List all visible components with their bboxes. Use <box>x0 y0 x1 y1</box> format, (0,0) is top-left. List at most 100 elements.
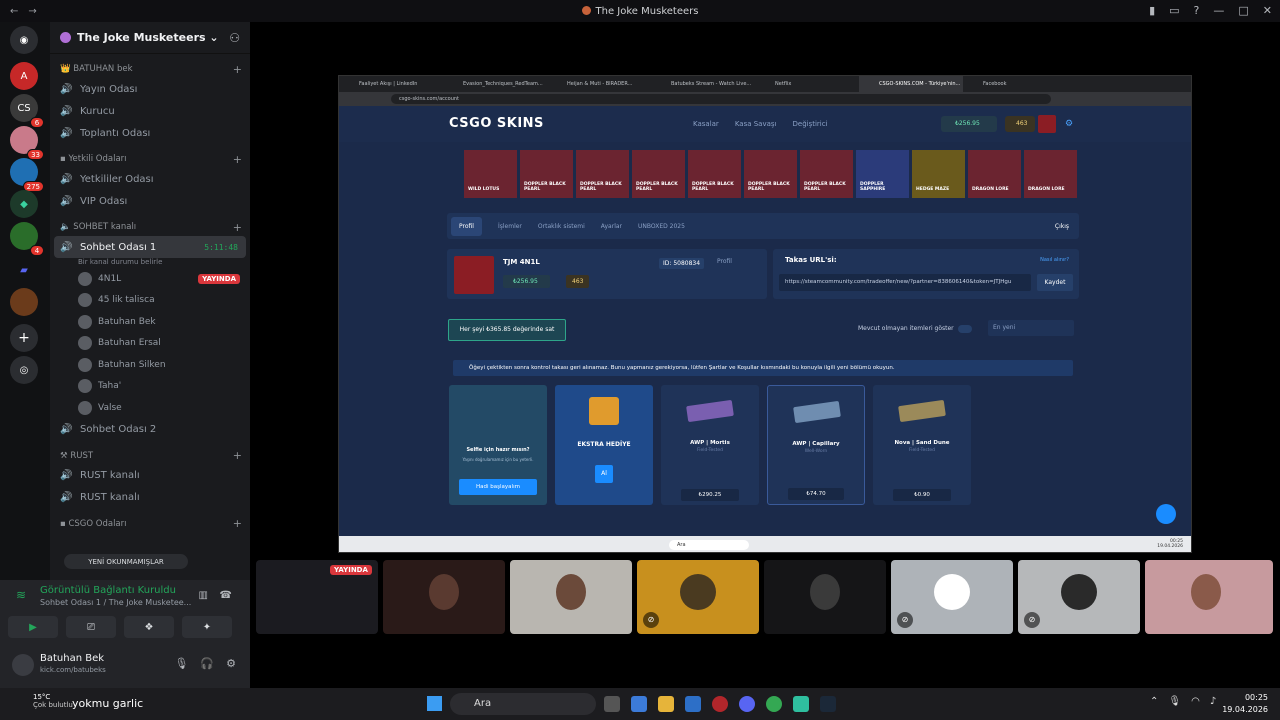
voice-user[interactable]: Batuhan Ersal <box>50 333 250 355</box>
close-icon[interactable]: ✕ <box>1263 4 1272 17</box>
inventory-item[interactable]: AWP | Mortis Field-Tested ₺290.25 <box>661 385 759 505</box>
discord-icon[interactable] <box>739 696 755 712</box>
weather-widget[interactable]: 15°C Çok bulutlu <box>33 693 73 709</box>
plus-icon[interactable]: + <box>233 221 242 234</box>
tab-settings[interactable]: Ayarlar <box>601 223 622 230</box>
category-header[interactable]: 👑 BATUHAN bek + <box>50 60 250 78</box>
browser-tab-active[interactable]: CSGO-SKINS.COM - Türkiye'nin... <box>859 76 963 92</box>
drop-card[interactable]: DOPPLER BLACK PEARL <box>800 150 853 198</box>
microphone-icon[interactable]: 🎙 <box>174 657 188 670</box>
plus-icon[interactable]: + <box>233 153 242 166</box>
server-icon[interactable]: 275 <box>10 158 44 192</box>
microphone-icon[interactable]: 🎙 <box>1168 696 1181 707</box>
tab-profile[interactable]: Profil <box>451 216 482 236</box>
sell-all-button[interactable]: Her şeyi ₺365.85 değerinde sat <box>448 319 566 341</box>
app-icon[interactable] <box>712 696 728 712</box>
disconnect-icon[interactable]: ☎ <box>220 590 232 601</box>
gem-icon[interactable]: ◆ <box>10 190 38 218</box>
add-server-icon[interactable]: + <box>10 324 38 352</box>
volume-icon[interactable]: ♪ <box>1210 696 1216 707</box>
trade-url-input[interactable]: https://steamcommunity.com/tradeoffer/ne… <box>779 274 1031 291</box>
nav-link[interactable]: Değiştirici <box>793 120 828 128</box>
browser-tab[interactable]: Batubeks Stream - Watch Live... <box>651 81 755 87</box>
file-explorer-icon[interactable] <box>658 696 674 712</box>
drop-card[interactable]: WILD LOTUS <box>464 150 517 198</box>
folder-icon[interactable]: ▰ <box>10 256 38 284</box>
browser-tab[interactable]: Facebook <box>963 81 1067 87</box>
item-price[interactable]: ₺74.70 <box>788 488 844 500</box>
voice-user[interactable]: Batuhan Bek <box>50 311 250 333</box>
video-tile[interactable] <box>510 560 632 634</box>
explore-icon[interactable]: ◎ <box>10 356 38 384</box>
inventory-item[interactable]: AWP | Capillary Well-Worn ₺74.70 <box>767 385 865 505</box>
sort-select[interactable]: En yeni <box>988 320 1074 336</box>
tab-transactions[interactable]: İşlemler <box>498 223 522 230</box>
guild-header[interactable]: The Joke Musketeers ⌄ ⚇ <box>50 22 250 54</box>
voice-user[interactable]: Batuhan Silken <box>50 354 250 376</box>
avatar-tile[interactable]: ⊘ <box>637 560 759 634</box>
voice-channel[interactable]: 🔊 Kurucu <box>50 100 250 122</box>
browser-tab[interactable]: Evasion_Techniques_RedTeam... <box>443 81 547 87</box>
category-header[interactable]: ⚒ RUST + <box>50 447 250 465</box>
voice-user[interactable]: 45 lik talisca <box>50 290 250 312</box>
item-price[interactable]: ₺0.90 <box>893 489 951 501</box>
category-header[interactable]: ▪ CSGO Odaları + <box>50 515 250 533</box>
forward-icon[interactable]: → <box>28 6 36 17</box>
soundboard-button[interactable]: ✦ <box>182 616 232 638</box>
stream-tile[interactable]: YAYINDA <box>256 560 378 634</box>
chat-icon[interactable] <box>1156 504 1176 524</box>
invite-icon[interactable]: ⚇ <box>229 31 240 45</box>
tab-unboxed[interactable]: UNBOXED 2025 <box>638 223 685 230</box>
server-icon[interactable]: CS 6 <box>10 94 44 128</box>
header-balance[interactable]: ₺256.95 <box>941 116 997 132</box>
headphones-icon[interactable]: 🎧 <box>200 657 214 670</box>
drop-card[interactable]: DOPPLER BLACK PEARL <box>688 150 741 198</box>
streamed-browser[interactable]: Faaliyet Akışı | LinkedIn Evasion_Techni… <box>338 75 1192 553</box>
avatar-tile[interactable]: ⊘ <box>891 560 1013 634</box>
voice-channel[interactable]: 🔊 RUST kanalı <box>50 465 250 487</box>
voice-channel[interactable]: 🔊 Sohbet Odası 2 <box>50 419 250 441</box>
browser-tab[interactable]: Faaliyet Akışı | LinkedIn <box>339 81 443 87</box>
store-icon[interactable] <box>685 696 701 712</box>
noise-suppression-icon[interactable]: ▥ <box>199 590 208 601</box>
claim-gift-button[interactable]: Al <box>595 465 613 483</box>
category-header[interactable]: 🔈 SOHBET kanalı + <box>50 218 250 236</box>
address-bar[interactable]: csgo-skins.com/account <box>391 94 1051 104</box>
settings-icon[interactable]: ⚙ <box>226 657 236 670</box>
gear-icon[interactable]: ⚙ <box>1065 119 1073 129</box>
trade-url-help-link[interactable]: Nasıl alınır? <box>1040 257 1069 263</box>
drop-card[interactable]: DOPPLER BLACK PEARL <box>576 150 629 198</box>
logout-button[interactable]: Çıkış <box>1055 223 1069 230</box>
plus-icon[interactable]: + <box>233 517 242 530</box>
taskbar-clock[interactable]: 00:25 19.04.2026 <box>1222 692 1268 716</box>
show-unavailable-toggle[interactable] <box>958 325 972 333</box>
help-icon[interactable]: ? <box>1194 4 1200 17</box>
nav-link[interactable]: Kasalar <box>693 120 719 128</box>
avatar[interactable] <box>1038 115 1056 133</box>
site-logo[interactable]: CSGO SKINS <box>449 116 544 131</box>
channel-status[interactable]: Bir kanal durumu belirle <box>50 258 250 268</box>
item-price[interactable]: ₺290.25 <box>681 489 739 501</box>
avatar[interactable] <box>12 654 34 676</box>
taskbar-search[interactable]: Ara <box>450 693 596 715</box>
drop-card[interactable]: DRAGON LORE <box>1024 150 1077 198</box>
drop-card[interactable]: DRAGON LORE <box>968 150 1021 198</box>
new-unreads-pill[interactable]: YENİ OKUNMAMIŞLAR <box>64 554 188 569</box>
server-icon[interactable]: 4 <box>10 222 44 256</box>
steam-icon[interactable] <box>820 696 836 712</box>
username[interactable]: Batuhan Bek <box>40 653 104 664</box>
header-coins[interactable]: 463 <box>1005 116 1035 132</box>
save-button[interactable]: Kaydet <box>1037 274 1073 291</box>
maximize-icon[interactable]: □ <box>1238 4 1248 17</box>
profile-button[interactable]: Profil <box>717 258 732 265</box>
inventory-item[interactable]: Nova | Sand Dune Field-Tested ₺0.90 <box>873 385 971 505</box>
nav-link[interactable]: Kasa Savaşı <box>735 120 777 128</box>
chrome-icon[interactable] <box>766 696 782 712</box>
browser-tab[interactable]: Netflix <box>755 81 859 87</box>
minimize-icon[interactable]: — <box>1213 4 1224 17</box>
voice-user[interactable]: Taha' <box>50 376 250 398</box>
avatar-tile[interactable]: ⊘ <box>1018 560 1140 634</box>
promo-button[interactable]: Hadi başlayalım <box>459 479 537 495</box>
drop-card[interactable]: DOPPLER SAPPHIRE <box>856 150 909 198</box>
drop-card[interactable]: HEDGE MAZE <box>912 150 965 198</box>
